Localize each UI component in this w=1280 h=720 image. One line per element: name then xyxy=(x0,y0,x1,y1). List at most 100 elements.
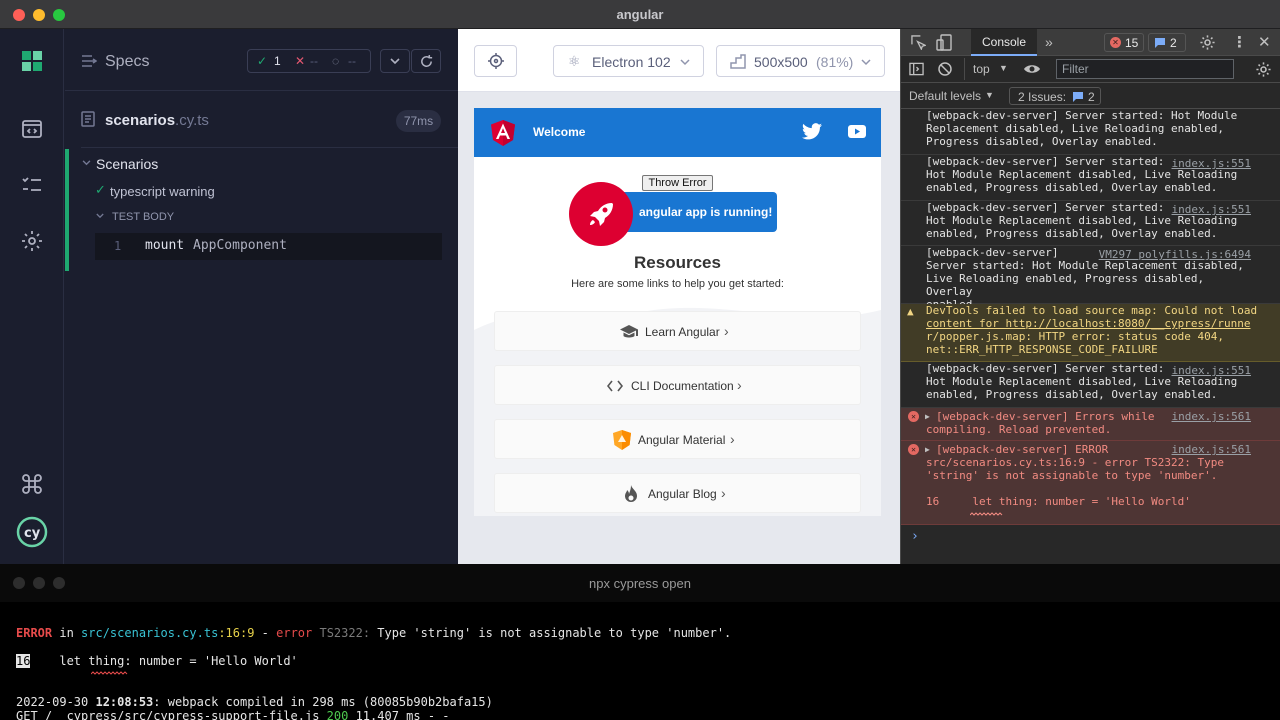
resource-link-angular-material[interactable]: Angular Material › xyxy=(494,419,861,459)
settings-nav-icon[interactable] xyxy=(20,229,44,253)
clear-console-icon[interactable] xyxy=(938,62,952,76)
error-icon: ✕ xyxy=(908,411,919,422)
context-select[interactable]: top xyxy=(973,62,990,76)
runs-nav-icon[interactable] xyxy=(20,173,44,197)
issues-button[interactable]: 2 Issues: 2 xyxy=(1009,87,1101,105)
browser-select[interactable]: ⚛ Electron 102 xyxy=(553,45,704,77)
chevron-right-icon: › xyxy=(721,485,726,501)
devtools-panel: Console » ✕ 15 2 ⋮ ✕ top ▼ Filter Defaul… xyxy=(900,29,1280,564)
console-warning-message[interactable]: ▲ DevTools failed to load source map: Co… xyxy=(901,304,1280,362)
resources-subtitle: Here are some links to help you get star… xyxy=(571,278,784,290)
error-line: ▶ [webpack-dev-server] Errors while xyxy=(925,410,1251,423)
command-arg: AppComponent xyxy=(193,238,287,253)
console-log-message[interactable]: index.js:551 [webpack-dev-server] Server… xyxy=(901,155,1280,201)
console-log-message[interactable]: [webpack-dev-server] Server started: Hot… xyxy=(901,109,1280,155)
error-line xyxy=(926,482,1251,495)
collapse-tests-button[interactable] xyxy=(380,49,410,73)
material-shield-icon xyxy=(613,430,631,450)
gear-icon[interactable] xyxy=(1199,34,1216,51)
pending-count: -- xyxy=(348,54,356,68)
refresh-icon xyxy=(421,54,433,67)
line-number: 16 xyxy=(16,654,31,668)
levels-bar: Default levels ▼ 2 Issues: 2 xyxy=(901,83,1280,109)
window-titlebar: angular xyxy=(0,0,1280,29)
resource-link-angular-blog[interactable]: Angular Blog › xyxy=(494,473,861,513)
selector-playground-button[interactable] xyxy=(474,45,517,77)
cypress-cy-logo-icon: cy xyxy=(16,516,48,548)
error-message: Type 'string' is not assignable to type … xyxy=(370,626,732,640)
specs-nav-icon[interactable] xyxy=(20,117,44,141)
specs-label[interactable]: Specs xyxy=(105,53,149,71)
resource-link-learn-angular[interactable]: Learn Angular › xyxy=(494,311,861,351)
command-row[interactable]: 1 mount AppComponent xyxy=(95,233,442,260)
log-line: Live Reloading enabled, Progress disable… xyxy=(926,272,1205,298)
youtube-icon[interactable] xyxy=(848,125,866,138)
throw-error-button[interactable]: Throw Error xyxy=(642,175,713,191)
expand-arrow-icon[interactable]: ▶ xyxy=(925,443,930,456)
error-line[interactable]: src/scenarios.cy.ts:16:9 - error TS2322:… xyxy=(926,456,1251,469)
cypress-app-logo-icon[interactable] xyxy=(20,49,44,73)
console-log-message[interactable]: VM297 polyfills.js:6494 [webpack-dev-ser… xyxy=(901,246,1280,311)
expand-arrow-icon[interactable]: ▶ xyxy=(925,410,930,423)
device-toolbar-icon[interactable] xyxy=(936,34,952,51)
terminal-window: npx cypress open ERROR in src/scenarios.… xyxy=(0,564,1280,720)
chevron-down-icon[interactable] xyxy=(82,160,91,166)
chevron-down-icon[interactable] xyxy=(96,213,104,219)
svg-text:cy: cy xyxy=(24,526,41,541)
console-tab[interactable]: Console xyxy=(971,29,1037,56)
resources-title: Resources xyxy=(634,253,721,272)
spec-file-row: scenarios.cy.ts 77ms xyxy=(65,91,458,147)
console-error-message[interactable]: ✕ index.js:561 ▶ [webpack-dev-server] ER… xyxy=(901,441,1280,525)
request-text: GET /__cypress/src/cypress-support-file.… xyxy=(16,709,327,720)
warn-line[interactable]: content for http://localhost:8080/__cypr… xyxy=(926,317,1261,330)
source-link[interactable]: index.js:551 xyxy=(1172,364,1251,377)
terminal-error-line: ERROR in src/scenarios.cy.ts:16:9 - erro… xyxy=(16,626,731,640)
log-text: : webpack compiled in 298 ms (80085b90b2… xyxy=(153,695,493,709)
console-settings-gear-icon[interactable] xyxy=(1255,61,1272,78)
test-title[interactable]: typescript warning xyxy=(110,184,215,199)
error-squiggle xyxy=(970,512,1003,516)
kebab-menu-icon[interactable]: ⋮ xyxy=(1232,33,1247,51)
console-filter-input[interactable]: Filter xyxy=(1056,59,1234,79)
message-count-badge[interactable]: 2 xyxy=(1148,33,1186,52)
error-line: 'string' is not assignable to type 'numb… xyxy=(926,469,1218,482)
window-title: angular xyxy=(616,7,664,22)
rocket-icon xyxy=(590,203,613,226)
console-prompt-icon[interactable]: › xyxy=(911,529,919,544)
console-toolbar: top ▼ Filter xyxy=(901,56,1280,83)
source-link[interactable]: VM297 polyfills.js:6494 xyxy=(1099,248,1251,261)
console-error-message[interactable]: ✕ index.js:561 ▶ [webpack-dev-server] Er… xyxy=(901,408,1280,441)
command-name: mount xyxy=(145,238,185,253)
rerun-tests-button[interactable] xyxy=(411,49,441,73)
code-text: let thing: number = 'Hello World' xyxy=(30,654,298,668)
keyboard-shortcuts-icon[interactable] xyxy=(20,472,44,496)
error-position: :16:9 xyxy=(218,626,255,640)
source-link[interactable]: index.js:551 xyxy=(1172,157,1251,170)
failed-x-icon: ✕ xyxy=(295,54,306,68)
console-log-message[interactable]: index.js:551 [webpack-dev-server] Server… xyxy=(901,201,1280,246)
resource-link-cli-docs[interactable]: CLI Documentation › xyxy=(494,365,861,405)
inspect-element-icon[interactable] xyxy=(911,35,926,50)
browser-name: Electron 102 xyxy=(592,54,671,70)
flame-icon xyxy=(625,485,637,502)
more-tabs-icon[interactable]: » xyxy=(1045,34,1053,50)
spec-file-basename: scenarios xyxy=(105,112,176,129)
default-levels-select[interactable]: Default levels xyxy=(909,89,981,103)
error-count-badge[interactable]: ✕ 15 xyxy=(1104,33,1144,52)
eye-icon[interactable] xyxy=(1023,63,1041,75)
chevron-down-icon xyxy=(390,58,400,65)
console-log-message[interactable]: index.js:551 [webpack-dev-server] Server… xyxy=(901,362,1280,408)
passed-check-icon: ✓ xyxy=(257,54,268,68)
error-code: TS2322: xyxy=(312,626,371,640)
close-devtools-icon[interactable]: ✕ xyxy=(1258,33,1271,51)
sidebar-toggle-icon[interactable] xyxy=(909,62,924,76)
spec-file-extension: .cy.ts xyxy=(175,112,209,129)
suite-title[interactable]: Scenarios xyxy=(96,156,158,172)
source-link[interactable]: index.js:551 xyxy=(1172,203,1251,216)
specs-list-icon[interactable] xyxy=(81,54,97,68)
twitter-icon[interactable] xyxy=(802,123,822,140)
error-icon: ✕ xyxy=(1110,37,1121,48)
viewport-ruler-icon xyxy=(730,54,746,69)
viewport-select[interactable]: 500x500 (81%) xyxy=(716,45,885,77)
spec-file-name[interactable]: scenarios.cy.ts xyxy=(105,112,209,129)
